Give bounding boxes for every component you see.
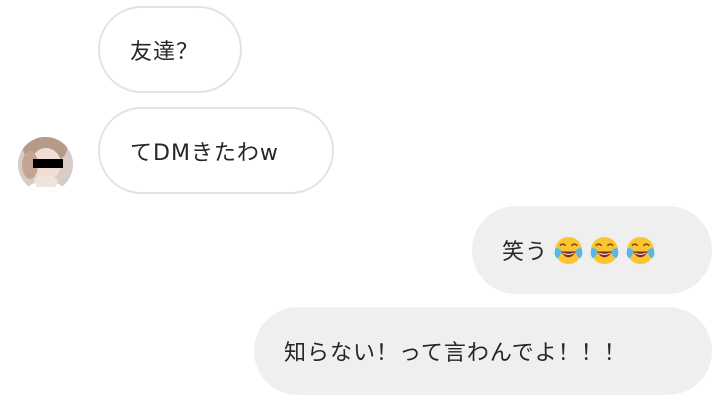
avatar[interactable] xyxy=(18,137,73,192)
message-text: てDMきたわw xyxy=(130,140,279,166)
outgoing-message-bubble[interactable]: 知らない！って言わんでよ！！！ xyxy=(254,307,712,395)
outgoing-message-bubble[interactable]: 笑う xyxy=(472,206,712,294)
message-text: 友達？ xyxy=(130,39,200,65)
message-text: 知らない！って言わんでよ！！！ xyxy=(284,341,627,366)
incoming-message-bubble[interactable]: てDMきたわw xyxy=(98,107,334,194)
face-with-tears-of-joy-icon xyxy=(626,236,655,264)
incoming-message-bubble[interactable]: 友達？ xyxy=(98,6,242,93)
face-with-tears-of-joy-icon xyxy=(590,236,619,264)
avatar-photo xyxy=(18,137,73,192)
face-with-tears-of-joy-icon xyxy=(554,236,583,264)
message-text: 笑う xyxy=(502,240,549,265)
